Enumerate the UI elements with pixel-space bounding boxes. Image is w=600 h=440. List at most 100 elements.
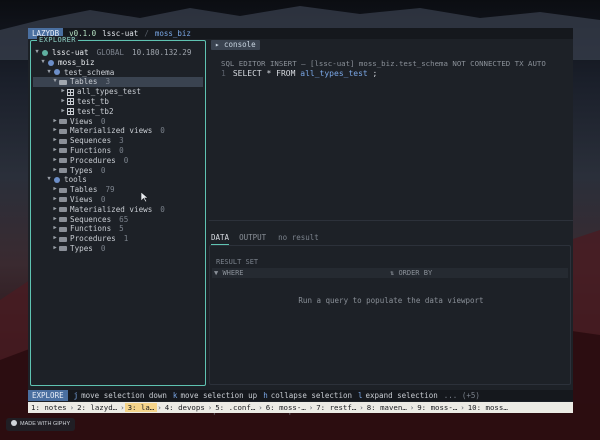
table-icon: [67, 98, 74, 106]
explorer-tree: ▼ lssc-uat GLOBAL 10.180.132.29 ▼ moss_b…: [33, 48, 203, 254]
tree-table[interactable]: ▶ test_tb2: [33, 107, 203, 117]
tmux-window[interactable]: 10: moss…: [465, 403, 511, 412]
where-filter[interactable]: ▼ WHERE: [214, 269, 244, 277]
tab-data[interactable]: DATA: [211, 233, 230, 245]
chevron-right-icon: ▶: [53, 166, 57, 173]
tab-output[interactable]: OUTPUT: [239, 233, 266, 245]
tmux-window[interactable]: 6: moss-…: [263, 403, 309, 412]
tree-group-sequences[interactable]: ▶ Sequences 65: [33, 215, 203, 225]
chevron-right-icon: ▶: [53, 156, 57, 163]
tab-console[interactable]: ▸ console: [211, 40, 260, 50]
empty-state-message: Run a query to populate the data viewpor…: [298, 296, 484, 305]
tree-group-procedures[interactable]: ▶ Procedures 1: [33, 234, 203, 244]
tree-group-procedures[interactable]: ▶ Procedures 0: [33, 156, 203, 166]
pane-divider[interactable]: [209, 220, 573, 221]
tmux-window[interactable]: 2: lazyd…: [74, 403, 120, 412]
tree-table[interactable]: ▶ test_tb: [33, 97, 203, 107]
hint-item: h collapse selection: [263, 391, 352, 400]
folder-icon: [59, 207, 67, 213]
chevron-right-icon: ▶: [53, 225, 57, 232]
chevron-right-icon: ▶: [53, 127, 57, 134]
folder-icon: [59, 197, 67, 203]
chevron-down-icon: ▼: [41, 58, 45, 65]
tmux-window[interactable]: 7: restf…: [313, 403, 359, 412]
chevron-right-icon: ▶: [53, 215, 57, 222]
folder-icon: [59, 216, 67, 222]
tmux-window[interactable]: 8: maven…: [364, 403, 410, 412]
hint-item: j move selection down: [73, 391, 167, 400]
more-hints: ... (+5): [443, 391, 480, 400]
schema-icon: [54, 69, 60, 76]
schema-icon: [54, 177, 60, 184]
line-number: 1: [221, 69, 226, 78]
sql-editor[interactable]: 1 SELECT * FROM all_types_test ;: [221, 69, 377, 78]
chevron-down-icon: ▼: [47, 176, 51, 183]
active-database[interactable]: moss_biz: [155, 29, 191, 38]
tree-group-functions[interactable]: ▶ Functions 0: [33, 146, 203, 156]
folder-icon: [59, 148, 67, 154]
folder-icon: [59, 236, 67, 242]
folder-icon: [59, 128, 67, 134]
order-by-filter[interactable]: ⇅ ORDER BY: [390, 269, 432, 277]
chevron-down-icon: ▼: [53, 78, 57, 85]
chevron-right-icon: ▶: [53, 117, 57, 124]
folder-icon: [59, 158, 67, 164]
chevron-right-icon: ▶: [53, 244, 57, 251]
tree-group-functions[interactable]: ▶ Functions 5: [33, 224, 203, 234]
explorer-panel: EXPLORER ▼ lssc-uat GLOBAL 10.180.132.29…: [30, 36, 206, 386]
breadcrumb-separator: /: [144, 29, 149, 38]
active-connection[interactable]: lssc-uat: [102, 29, 138, 38]
folder-icon: [59, 246, 67, 252]
chevron-right-icon: ▶: [53, 186, 57, 193]
tree-group-tables[interactable]: ▶ Tables 79: [33, 185, 203, 195]
folder-icon: [59, 79, 67, 85]
tree-schema-tools[interactable]: ▼ tools: [33, 175, 203, 185]
tmux-window[interactable]: 4: devops: [162, 403, 208, 412]
tree-database[interactable]: ▼ moss_biz: [33, 58, 203, 68]
editor-status-line: SQL EDITOR INSERT — [lssc-uat] moss_biz.…: [221, 59, 546, 68]
top-bar: LAZYDB v0.1.0 lssc-uat / moss_biz: [28, 28, 573, 39]
tmux-window-active[interactable]: 3: la…: [124, 403, 158, 412]
giphy-logo-icon: [11, 420, 17, 426]
tree-group-materialized-views[interactable]: ▶ Materialized views 0: [33, 205, 203, 215]
chevron-right-icon: ▶: [61, 97, 65, 104]
workspace: ▸ console SQL EDITOR INSERT — [lssc-uat]…: [209, 40, 573, 415]
tmux-window[interactable]: 9: moss-…: [414, 403, 460, 412]
mode-indicator: EXPLORE: [28, 390, 68, 401]
tmux-window[interactable]: 5: .conf…: [212, 403, 258, 412]
tree-group-views[interactable]: ▶ Views 0: [33, 195, 203, 205]
chevron-right-icon: ▶: [53, 146, 57, 153]
tree-group-types[interactable]: ▶ Types 0: [33, 166, 203, 176]
folder-icon: [59, 167, 67, 173]
sort-icon: ⇅: [390, 269, 395, 277]
lazydb-window: LAZYDB v0.1.0 lssc-uat / moss_biz EXPLOR…: [28, 28, 573, 415]
tree-connection[interactable]: ▼ lssc-uat GLOBAL 10.180.132.29: [33, 48, 203, 58]
table-icon: [67, 108, 74, 116]
chevron-right-icon: ▶: [53, 195, 57, 202]
tree-table[interactable]: ▶ all_types_test: [33, 87, 203, 97]
folder-icon: [59, 118, 67, 124]
chevron-right-icon: ▶: [53, 235, 57, 242]
tree-group-sequences[interactable]: ▶ Sequences 3: [33, 136, 203, 146]
chevron-right-icon: ▶: [61, 88, 65, 95]
filter-icon: ▼: [214, 269, 219, 277]
tree-group-materialized-views[interactable]: ▶ Materialized views 0: [33, 126, 203, 136]
chevron-down-icon: ▼: [35, 49, 39, 55]
result-set-title: RESULT SET: [216, 258, 259, 266]
filter-bar[interactable]: ▼ WHERE ⇅ ORDER BY: [212, 268, 568, 278]
hint-item: k move selection up: [172, 391, 258, 400]
chevron-right-icon: ▶: [53, 137, 57, 144]
sql-terminator: ;: [372, 69, 378, 78]
result-set-panel: RESULT SET ▼ WHERE ⇅ ORDER BY Run a quer…: [209, 245, 571, 415]
tmux-window[interactable]: 1: notes: [28, 403, 70, 412]
tree-group-types[interactable]: ▶ Types 0: [33, 244, 203, 254]
keybinding-help-bar: EXPLORE j move selection down k move selec…: [28, 390, 573, 401]
tree-group-tables[interactable]: ▼ Tables 3: [33, 77, 203, 88]
tree-schema-test-schema[interactable]: ▼ test_schema: [33, 68, 203, 78]
sql-keywords: SELECT * FROM: [232, 69, 296, 78]
giphy-badge: MADE WITH GIPHY: [6, 418, 76, 431]
tree-group-views[interactable]: ▶ Views 0: [33, 117, 203, 127]
chevron-right-icon: ▶: [53, 205, 57, 212]
result-tabs: DATA OUTPUT no result: [211, 233, 319, 245]
chevron-right-icon: ▶: [61, 107, 65, 114]
